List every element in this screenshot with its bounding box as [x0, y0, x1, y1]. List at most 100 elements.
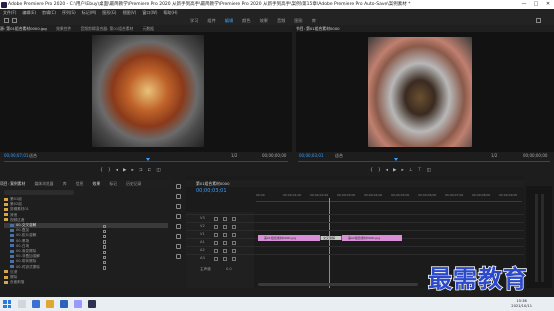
track-name[interactable]: V1 [200, 232, 205, 236]
browser-icon[interactable] [32, 300, 40, 308]
program-playhead[interactable] [394, 158, 398, 161]
menu-clip[interactable]: 剪辑(C) [42, 9, 56, 16]
source-fit-dropdown[interactable]: 适合 [29, 153, 37, 159]
toggle-sync-lock-icon[interactable] [214, 224, 218, 229]
close-button[interactable]: ✕ [542, 0, 554, 9]
menu-sequence[interactable]: 序列(S) [62, 9, 76, 16]
toggle-output-icon[interactable] [223, 240, 227, 245]
effects-folder-row[interactable]: 页面剥落 [4, 280, 168, 285]
program-mark-out-icon[interactable]: } [378, 168, 381, 173]
source-resolution-dropdown[interactable]: 1/2 [231, 153, 237, 158]
master-volume-value[interactable]: 0.0 [226, 267, 232, 271]
system-clock[interactable]: 15:36 2021/10/11 [511, 299, 532, 309]
mute-icon[interactable] [232, 256, 236, 261]
tab-info[interactable]: 信息 [76, 181, 84, 186]
slip-tool-icon[interactable] [176, 224, 181, 229]
home-icon[interactable] [4, 18, 9, 23]
export-frame-icon[interactable]: ◫ [156, 168, 160, 173]
menu-file[interactable]: 文件(F) [3, 9, 16, 16]
mark-in-icon[interactable]: { [100, 168, 103, 173]
step-back-icon[interactable]: ◂ [116, 168, 118, 173]
play-icon[interactable]: ▶ [123, 168, 126, 173]
source-playhead[interactable] [146, 158, 150, 161]
tab-history[interactable]: 历史记录 [126, 181, 141, 186]
track-v2[interactable]: V2 [186, 222, 524, 229]
hand-tool-icon[interactable] [176, 244, 181, 249]
toggle-output-icon[interactable] [223, 216, 227, 221]
tab-audio-clip-mixer[interactable]: 音频剪辑混合器: 第01组合素材 [80, 26, 133, 31]
menu-marker[interactable]: 标记(M) [82, 9, 97, 16]
transition-clip[interactable]: 交叉溶解 [320, 236, 342, 240]
selection-tool-icon[interactable] [176, 184, 181, 189]
program-ruler[interactable] [298, 161, 550, 162]
task-view-icon[interactable] [18, 300, 26, 308]
toggle-sync-lock-icon[interactable] [214, 216, 218, 221]
mute-icon[interactable] [232, 232, 236, 237]
track-name[interactable]: A1 [200, 240, 205, 244]
track-name[interactable]: A3 [200, 256, 205, 260]
tab-source[interactable]: 源: 第01组合素材0000.jpg [0, 26, 47, 31]
toggle-sync-lock-icon[interactable] [214, 256, 218, 261]
program-export-frame-icon[interactable]: ◫ [427, 168, 431, 173]
toggle-output-icon[interactable] [223, 232, 227, 237]
track-a2[interactable]: A2 [186, 246, 524, 253]
effects-search-input[interactable] [4, 190, 74, 195]
video-clip[interactable]: 第01组合素材0000.jpg [258, 235, 320, 241]
ripple-edit-tool-icon[interactable] [176, 204, 181, 209]
menu-graphics[interactable]: 图形(G) [102, 9, 116, 16]
video-clip[interactable]: 第02组合素材0000.jpg [342, 235, 402, 241]
program-play-icon[interactable]: ▶ [393, 168, 396, 173]
step-forward-icon[interactable]: ▸ [131, 168, 133, 173]
extract-icon[interactable]: ⊤ [418, 168, 422, 173]
premiere-taskbar-icon[interactable] [74, 300, 82, 308]
toggle-sync-lock-icon[interactable] [214, 232, 218, 237]
source-ruler[interactable] [4, 161, 288, 162]
mark-out-icon[interactable]: } [108, 168, 111, 173]
import-icon[interactable] [12, 18, 17, 23]
menu-view[interactable]: 视图(V) [122, 9, 136, 16]
tab-metadata[interactable]: 元数据 [143, 26, 154, 31]
search-icon[interactable] [536, 18, 541, 23]
program-resolution-dropdown[interactable]: 1/2 [491, 153, 497, 158]
insert-icon[interactable]: ⊐ [139, 168, 143, 173]
toggle-output-icon[interactable] [223, 256, 227, 261]
pen-tool-icon[interactable] [176, 234, 181, 239]
program-step-forward-icon[interactable]: ▸ [401, 168, 403, 173]
track-name[interactable]: A2 [200, 248, 205, 252]
mute-icon[interactable] [232, 224, 236, 229]
tab-program[interactable]: 节目: 第01组合素材0000 [296, 26, 340, 31]
tab-markers[interactable]: 标记 [109, 181, 117, 186]
mute-icon[interactable] [232, 240, 236, 245]
mute-icon[interactable] [232, 248, 236, 253]
app-taskbar-icon[interactable] [88, 300, 96, 308]
program-timecode[interactable]: 00;00;03;01 [299, 153, 323, 158]
toggle-output-icon[interactable] [223, 224, 227, 229]
toggle-output-icon[interactable] [223, 248, 227, 253]
tab-effect-controls[interactable]: 效果控件 [56, 26, 71, 31]
timeline-ruler[interactable]: 00;00 00;00;01;00 00;00;02;00 00;00;03;00 00… [256, 193, 522, 199]
toggle-sync-lock-icon[interactable] [214, 248, 218, 253]
timeline-timecode[interactable]: 00;00;03;01 [196, 188, 227, 194]
tab-sequence[interactable]: 第01组合素材0000 [196, 181, 229, 186]
program-step-back-icon[interactable]: ◂ [386, 168, 388, 173]
razor-tool-icon[interactable] [176, 214, 181, 219]
overwrite-icon[interactable]: ⊏ [148, 168, 152, 173]
mute-icon[interactable] [232, 216, 236, 221]
tab-project[interactable]: 项目: 案例素材 [0, 181, 25, 186]
word-icon[interactable] [60, 300, 68, 308]
track-name[interactable]: V2 [200, 224, 205, 228]
toggle-sync-lock-icon[interactable] [214, 240, 218, 245]
track-v3[interactable]: V3 [186, 214, 524, 221]
tab-media-browser[interactable]: 媒体浏览器 [35, 181, 54, 186]
maximize-button[interactable]: □ [530, 0, 542, 9]
timeline-scrollbar[interactable] [258, 283, 418, 286]
timeline-work-area[interactable] [256, 201, 522, 202]
windows-start-icon[interactable] [3, 300, 11, 308]
tab-libraries[interactable]: 库 [63, 181, 67, 186]
source-timecode[interactable]: 00;00;07;01 [4, 153, 28, 158]
program-fit-dropdown[interactable]: 适合 [335, 153, 343, 159]
menu-edit[interactable]: 编辑(E) [22, 9, 36, 16]
file-explorer-icon[interactable] [46, 300, 54, 308]
menu-window[interactable]: 窗口(W) [142, 9, 157, 16]
track-name[interactable]: V3 [200, 216, 205, 220]
